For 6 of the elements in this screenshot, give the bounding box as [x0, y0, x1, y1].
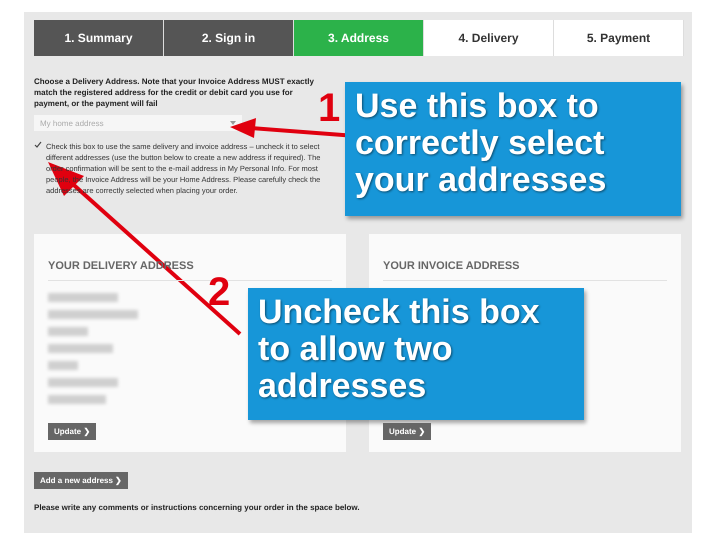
callout-text: Uncheck this box to allow two addresses [248, 288, 584, 420]
callout-text: Use this box to correctly select your addresses [345, 82, 681, 216]
comments-label: Please write any comments or instructions concerning your order in the space below. [34, 503, 361, 512]
step-number: 1 [318, 88, 340, 128]
card-title: YOUR INVOICE ADDRESS [383, 260, 667, 281]
instructions-text: Choose a Delivery Address. Note that your Invoice Address MUST exactly match the registered address for the credit or debit card you use for payment, or the payment will fail [34, 76, 315, 109]
